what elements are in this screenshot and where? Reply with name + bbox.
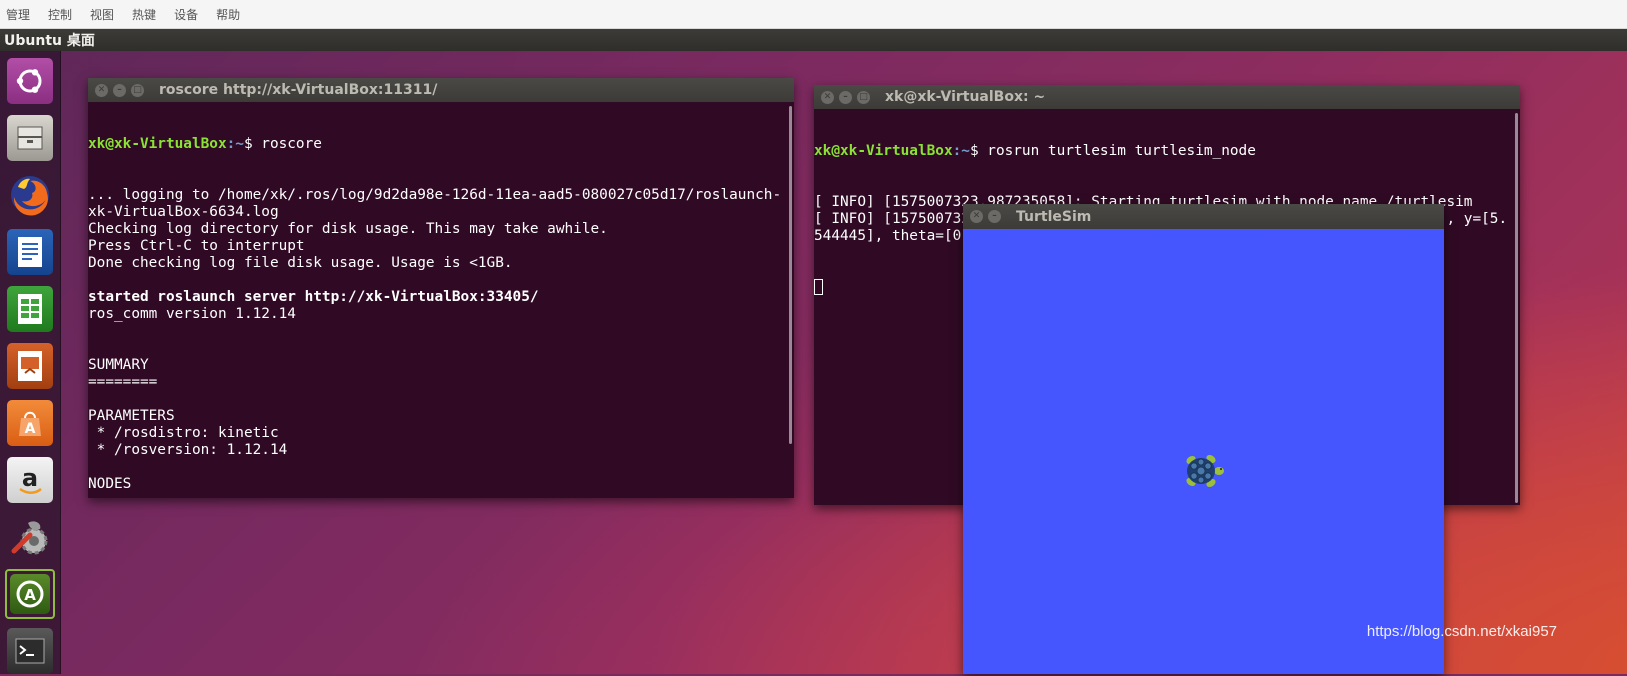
- terminal-line: ... logging to /home/xk/.ros/log/9d2da98…: [88, 187, 782, 203]
- roscore-terminal-window: ✕ – □ roscore http://xk-VirtualBox:11311…: [88, 78, 794, 498]
- turtlesim-window: ✕ – TurtleSim: [963, 204, 1444, 674]
- prompt-line: xk@xk-VirtualBox:~$ rosrun turtlesim tur…: [814, 143, 1520, 160]
- terminal-line: * /rosdistro: kinetic: [88, 425, 279, 441]
- firefox-icon[interactable]: [5, 170, 55, 220]
- terminal-line: ========: [88, 374, 158, 390]
- prompt-line: xk@xk-VirtualBox:~$ roscore: [88, 136, 794, 153]
- prompt-user: xk@xk-VirtualBox: [88, 136, 227, 152]
- roscore-titlebar[interactable]: ✕ – □ roscore http://xk-VirtualBox:11311…: [88, 78, 794, 102]
- terminal-icon[interactable]: [5, 626, 55, 676]
- menu-devices[interactable]: 设备: [168, 6, 204, 23]
- terminal-line: Checking log directory for disk usage. T…: [88, 221, 608, 237]
- menu-control[interactable]: 控制: [42, 6, 78, 23]
- terminal-line: Done checking log file disk usage. Usage…: [88, 255, 513, 271]
- menu-manage[interactable]: 管理: [0, 6, 36, 23]
- terminal-line: xk-VirtualBox-6634.log: [88, 204, 279, 220]
- window-title: TurtleSim: [1016, 208, 1092, 225]
- software-updater-icon[interactable]: A: [5, 569, 55, 619]
- terminal-line: started roslaunch server http://xk-Virtu…: [88, 289, 539, 305]
- close-icon[interactable]: ✕: [970, 210, 983, 223]
- terminal-scrollbar[interactable]: [789, 106, 792, 444]
- terminal-line: NODES: [88, 476, 132, 492]
- svg-text:A: A: [25, 421, 36, 437]
- menu-hotkeys[interactable]: 热键: [126, 6, 162, 23]
- calc-icon[interactable]: [5, 284, 55, 334]
- turtle-icon: [1186, 454, 1224, 488]
- svg-text:a: a: [22, 464, 38, 492]
- turtlesim-titlebar[interactable]: ✕ – TurtleSim: [963, 204, 1444, 229]
- amazon-icon[interactable]: a: [5, 455, 55, 505]
- terminal-line: Press Ctrl-C to interrupt: [88, 238, 305, 254]
- impress-icon[interactable]: [5, 341, 55, 391]
- minimize-icon[interactable]: –: [113, 83, 126, 97]
- terminal-line: ros_comm version 1.12.14: [88, 306, 296, 322]
- window-title: roscore http://xk-VirtualBox:11311/: [159, 82, 438, 98]
- ubuntu-dash-icon[interactable]: [5, 56, 55, 106]
- close-icon[interactable]: ✕: [821, 90, 834, 104]
- prompt-path: :~: [226, 136, 244, 152]
- vbox-menu-bar: 管理 控制 视图 热键 设备 帮助: [0, 0, 1627, 29]
- minimize-icon[interactable]: –: [988, 210, 1001, 223]
- unity-launcher: A a A: [0, 51, 61, 674]
- minimize-icon[interactable]: –: [839, 90, 852, 104]
- output-lines: ... logging to /home/xk/.ros/log/9d2da98…: [88, 187, 794, 498]
- system-settings-icon[interactable]: [5, 512, 55, 562]
- writer-icon[interactable]: [5, 227, 55, 277]
- terminal-line: * /rosversion: 1.12.14: [88, 442, 288, 458]
- command-text: $ rosrun turtlesim turtlesim_node: [969, 143, 1256, 159]
- software-center-icon[interactable]: A: [5, 398, 55, 448]
- menu-help[interactable]: 帮助: [210, 6, 246, 23]
- terminal-cursor: [814, 279, 823, 295]
- rosrun-titlebar[interactable]: ✕ – □ xk@xk-VirtualBox: ~: [814, 85, 1520, 109]
- top-panel-title: Ubuntu 桌面: [4, 33, 95, 49]
- command-text: $ roscore: [243, 136, 322, 152]
- prompt-user: xk@xk-VirtualBox: [814, 143, 953, 159]
- roscore-terminal-output[interactable]: xk@xk-VirtualBox:~$ roscore ... logging …: [88, 102, 794, 498]
- maximize-icon[interactable]: □: [131, 83, 144, 97]
- turtlesim-canvas[interactable]: [963, 229, 1444, 674]
- prompt-path: :~: [952, 143, 970, 159]
- terminal-line: PARAMETERS: [88, 408, 175, 424]
- terminal-scrollbar[interactable]: [1515, 113, 1518, 503]
- svg-text:A: A: [24, 586, 36, 604]
- files-icon[interactable]: [5, 113, 55, 163]
- menu-view[interactable]: 视图: [84, 6, 120, 23]
- terminal-line: SUMMARY: [88, 357, 149, 373]
- maximize-icon[interactable]: □: [857, 90, 870, 104]
- window-title: xk@xk-VirtualBox: ~: [885, 89, 1046, 105]
- watermark-text: https://blog.csdn.net/xkai957: [1366, 623, 1557, 640]
- close-icon[interactable]: ✕: [95, 83, 108, 97]
- ubuntu-top-panel: Ubuntu 桌面: [0, 29, 1627, 51]
